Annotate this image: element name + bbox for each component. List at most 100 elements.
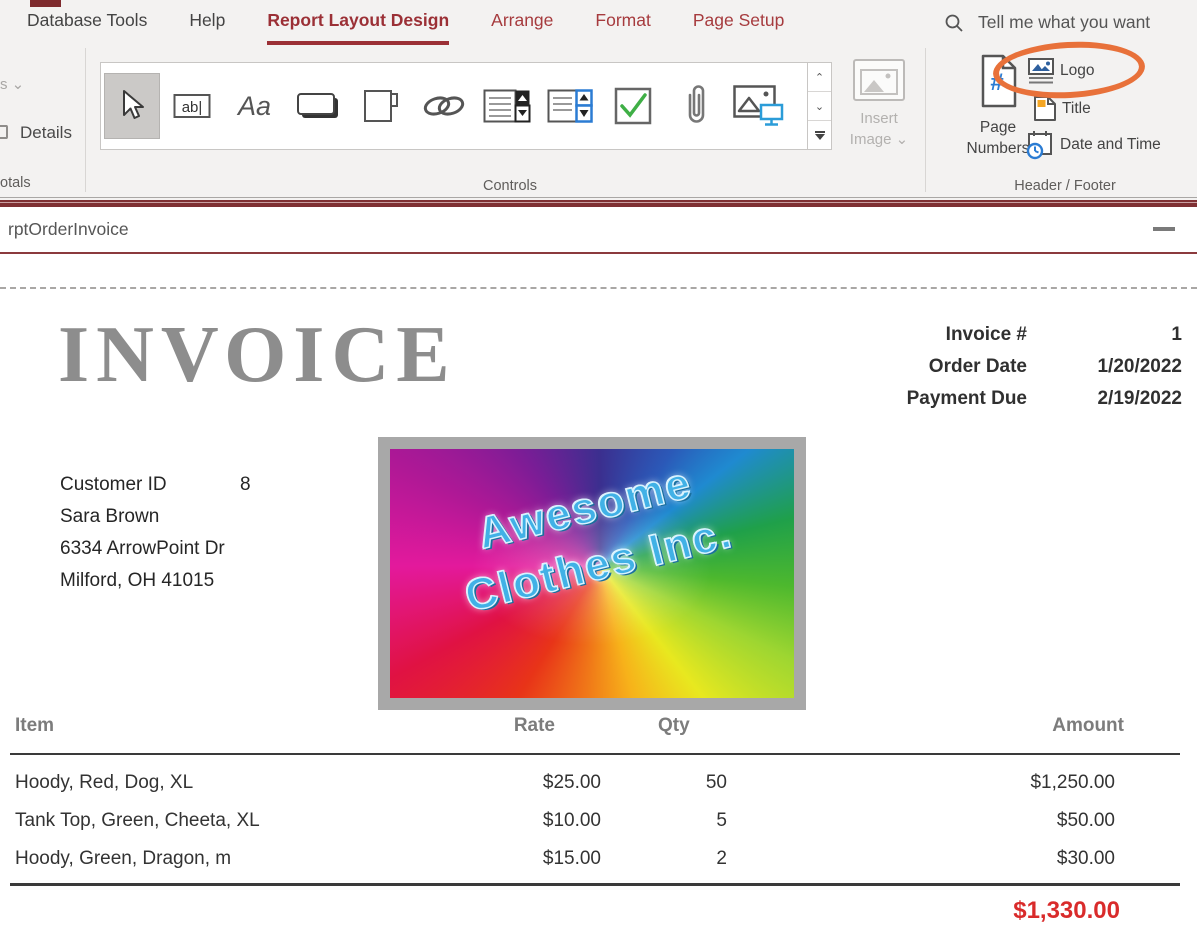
table-footer-rule — [10, 883, 1180, 886]
cell-amount[interactable]: $50.00 — [1057, 810, 1115, 832]
group-divider — [925, 48, 926, 192]
title-icon — [1033, 95, 1057, 122]
collapse-dash[interactable] — [1153, 227, 1175, 231]
tab-page-setup[interactable]: Page Setup — [693, 0, 784, 45]
check-box-tool[interactable] — [601, 63, 664, 149]
tab-control-tool[interactable] — [349, 63, 412, 149]
customer-id-value[interactable]: 8 — [240, 469, 251, 501]
cell-qty[interactable]: 2 — [716, 848, 727, 870]
cell-qty[interactable]: 50 — [706, 772, 727, 794]
svg-text:ab|: ab| — [181, 99, 202, 116]
insert-image-icon — [852, 58, 906, 102]
gallery-scroll-up-button[interactable]: ⌃ — [808, 63, 831, 92]
group-divider — [85, 48, 86, 192]
cell-item[interactable]: Tank Top, Green, Cheeta, XL — [15, 810, 260, 832]
tab-underline — [0, 252, 1197, 254]
payment-due-value[interactable]: 2/19/2022 — [1027, 388, 1182, 410]
invoice-total[interactable]: $1,330.00 — [1013, 897, 1120, 925]
date-and-time-button[interactable]: Date and Time — [1025, 130, 1161, 160]
insert-image-button[interactable]: Insert Image ⌄ — [842, 58, 916, 170]
button-icon — [296, 92, 340, 120]
gallery-scrollbar: ⌃ ⌄ — [807, 63, 831, 149]
list-box-tool[interactable] — [538, 63, 601, 149]
cell-amount[interactable]: $1,250.00 — [1030, 772, 1115, 794]
hide-details-icon — [0, 125, 8, 139]
grouping-totals-group: s ⌄ Details otals — [0, 45, 85, 195]
items-table-header: Item Rate Qty Amount — [0, 715, 1197, 743]
label-tool[interactable]: Aa — [223, 63, 286, 149]
title-label: Title — [1062, 100, 1091, 118]
invoice-number-value[interactable]: 1 — [1027, 324, 1182, 346]
header-footer-group-label: Header / Footer — [1000, 178, 1130, 194]
check-box-icon — [614, 87, 652, 125]
order-date-value[interactable]: 1/20/2022 — [1027, 356, 1182, 378]
ribbon-bottom-separator — [0, 197, 1197, 207]
col-header-item[interactable]: Item — [15, 715, 54, 737]
date-time-label: Date and Time — [1060, 136, 1161, 154]
combo-box-tool[interactable] — [475, 63, 538, 149]
col-header-rate[interactable]: Rate — [514, 715, 555, 737]
date-time-icon — [1025, 130, 1055, 160]
cell-rate[interactable]: $10.00 — [543, 810, 601, 832]
rainbow-swirl-image: Awesome Clothes Inc. — [390, 449, 794, 698]
cell-qty[interactable]: 5 — [716, 810, 727, 832]
ribbon: Database Tools Help Report Layout Design… — [0, 0, 1197, 197]
cursor-arrow-icon — [117, 89, 147, 123]
ribbon-tab-row: Database Tools Help Report Layout Design… — [0, 0, 784, 45]
page-numbers-icon: # — [977, 54, 1019, 108]
controls-group-label: Controls — [465, 178, 555, 194]
button-tool[interactable] — [286, 63, 349, 149]
order-date-label[interactable]: Order Date — [812, 356, 1027, 378]
invoice-title[interactable]: INVOICE — [58, 315, 457, 395]
expand-gallery-icon — [815, 131, 825, 140]
select-tool-button[interactable] — [104, 73, 160, 139]
table-row: Hoody, Red, Dog, XL $25.00 50 $1,250.00 — [0, 763, 1197, 801]
cell-amount[interactable]: $30.00 — [1057, 848, 1115, 870]
tell-me-search[interactable]: Tell me what you want — [944, 0, 1150, 45]
tab-arrange[interactable]: Arrange — [491, 0, 553, 45]
col-header-qty[interactable]: Qty — [658, 715, 690, 737]
title-button[interactable]: Title — [1033, 95, 1091, 122]
customer-name[interactable]: Sara Brown — [60, 501, 251, 533]
image-control-tool[interactable] — [727, 63, 790, 149]
svg-text:#: # — [990, 69, 1003, 96]
tab-help[interactable]: Help — [189, 0, 225, 45]
invoice-number-label[interactable]: Invoice # — [812, 324, 1027, 346]
col-header-amount[interactable]: Amount — [1052, 715, 1124, 737]
logo-button[interactable]: Logo — [1027, 58, 1094, 84]
cell-rate[interactable]: $15.00 — [543, 848, 601, 870]
cell-item[interactable]: Hoody, Green, Dragon, m — [15, 848, 231, 870]
image-control-icon — [733, 85, 785, 127]
search-icon — [944, 13, 964, 33]
invoice-number-row: Invoice # 1 — [812, 319, 1182, 351]
order-date-row: Order Date 1/20/2022 — [812, 351, 1182, 383]
paperclip-icon — [683, 85, 709, 127]
text-box-icon: ab| — [173, 92, 211, 120]
customer-block: Customer ID 8 Sara Brown 6334 ArrowPoint… — [60, 469, 251, 597]
tab-control-icon — [363, 89, 399, 123]
customer-id-label[interactable]: Customer ID — [60, 469, 240, 501]
gallery-expand-button[interactable] — [808, 121, 831, 149]
logo-icon — [1027, 58, 1055, 84]
ribbon-group-labels: Controls Header / Footer — [0, 178, 1197, 197]
insert-image-label-1: Insert — [850, 108, 908, 129]
tab-format[interactable]: Format — [595, 0, 650, 45]
company-logo-image[interactable]: Awesome Clothes Inc. — [378, 437, 806, 710]
hide-details-button[interactable]: Details — [20, 123, 72, 143]
report-object-tab[interactable]: rptOrderInvoice — [8, 219, 129, 240]
hyperlink-tool[interactable] — [412, 63, 475, 149]
cutoff-dropdown[interactable]: s ⌄ — [0, 75, 24, 93]
combo-box-icon — [483, 89, 531, 123]
customer-address-1[interactable]: 6334 ArrowPoint Dr — [60, 533, 251, 565]
report-layout-view: rptOrderInvoice INVOICE Invoice # 1 Orde… — [0, 207, 1197, 938]
attachment-tool[interactable] — [664, 63, 727, 149]
cell-rate[interactable]: $25.00 — [543, 772, 601, 794]
payment-due-label[interactable]: Payment Due — [812, 388, 1027, 410]
controls-gallery: ab| Aa — [100, 62, 832, 150]
gallery-scroll-down-button[interactable]: ⌄ — [808, 92, 831, 121]
cell-item[interactable]: Hoody, Red, Dog, XL — [15, 772, 193, 794]
customer-address-2[interactable]: Milford, OH 41015 — [60, 565, 251, 597]
text-box-tool[interactable]: ab| — [160, 63, 223, 149]
tab-report-layout-design[interactable]: Report Layout Design — [267, 0, 449, 45]
tab-database-tools[interactable]: Database Tools — [27, 0, 147, 45]
